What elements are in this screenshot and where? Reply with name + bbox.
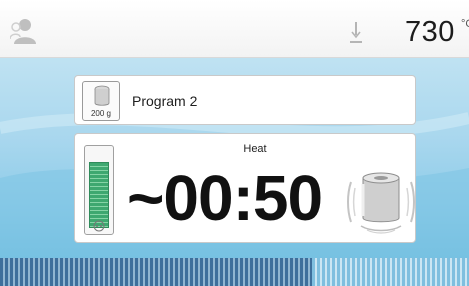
temperature-unit: °C	[461, 18, 469, 30]
plug-icon	[93, 220, 105, 232]
progress-remaining	[312, 258, 469, 286]
remaining-time: ~00:50	[127, 162, 323, 234]
battery-level	[89, 162, 109, 228]
program-card[interactable]: 200 g Program 2	[74, 75, 416, 125]
progress-fill	[0, 258, 312, 286]
top-bar: 730 °C	[0, 0, 469, 58]
user-icon[interactable]	[10, 17, 36, 45]
furnace-icon	[347, 172, 415, 234]
temperature-readout: 730	[405, 16, 455, 48]
progress-bar	[0, 258, 469, 286]
arrow-down-icon	[350, 22, 362, 43]
program-icon-box[interactable]: 200 g	[82, 81, 120, 121]
phase-label: Heat	[243, 143, 267, 155]
cylinder-icon	[94, 85, 110, 106]
heat-panel: Heat ~00:50	[74, 133, 416, 243]
program-weight: 200 g	[90, 109, 112, 118]
program-name: Program 2	[132, 93, 198, 109]
battery-icon	[84, 145, 114, 235]
